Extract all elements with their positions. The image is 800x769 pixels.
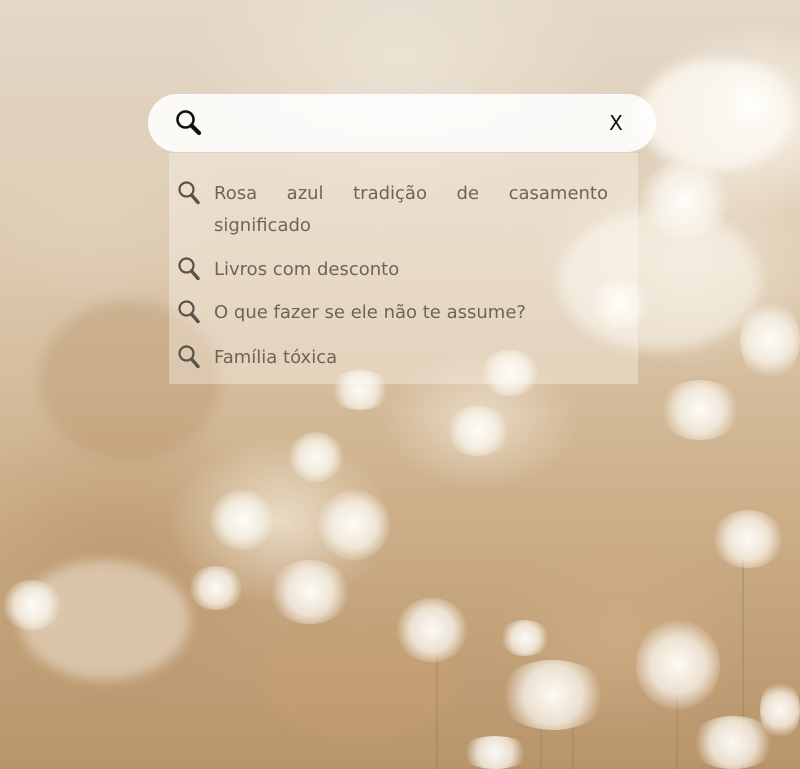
suggestion-text: Livros com desconto <box>214 259 400 280</box>
search-icon <box>177 344 201 370</box>
search-icon <box>177 180 201 206</box>
suggestion-item[interactable]: O que fazer se ele não te assume? <box>169 297 638 342</box>
suggestion-text: O que fazer se ele não te assume? <box>214 302 526 323</box>
suggestion-item[interactable]: Família tóxica <box>169 342 638 382</box>
suggestion-text: Rosa azul tradição de casamento signific… <box>214 183 608 236</box>
search-input[interactable] <box>212 106 596 142</box>
suggestion-item[interactable]: Rosa azul tradição de casamento signific… <box>169 178 638 254</box>
search-icon[interactable] <box>174 108 204 138</box>
suggestions-list: Rosa azul tradição de casamento signific… <box>169 153 638 384</box>
suggestion-text: Família tóxica <box>214 347 338 368</box>
close-icon[interactable]: X <box>609 111 623 135</box>
search-icon <box>177 299 201 325</box>
search-icon <box>177 256 201 282</box>
suggestion-item[interactable]: Livros com desconto <box>169 254 638 297</box>
search-bar[interactable]: X <box>148 94 656 152</box>
clear-search-button[interactable]: X <box>604 109 628 137</box>
